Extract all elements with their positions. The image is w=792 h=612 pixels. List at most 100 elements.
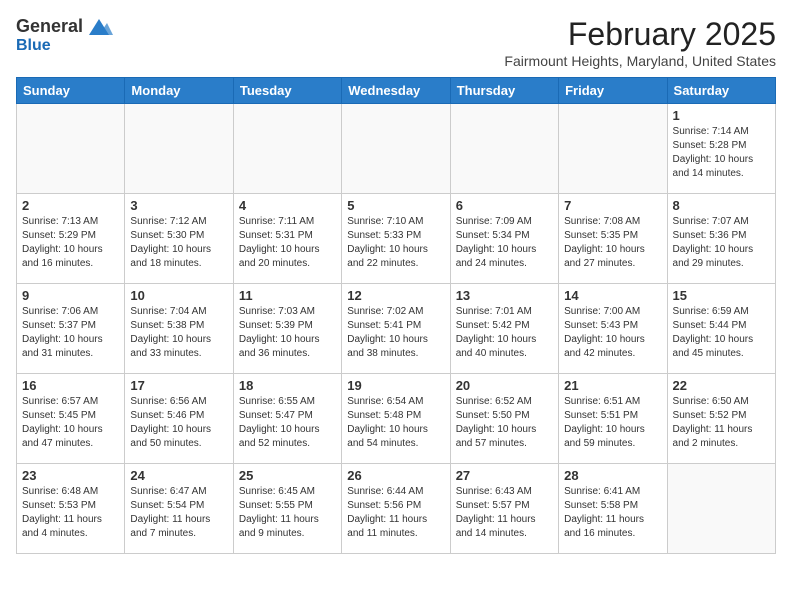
day-info: Sunrise: 7:02 AMSunset: 5:41 PMDaylight:… bbox=[347, 305, 444, 361]
calendar-cell: 23 Sunrise: 6:48 AMSunset: 5:53 PMDayligh… bbox=[17, 464, 125, 554]
calendar-cell: 8 Sunrise: 7:07 AMSunset: 5:36 PMDaylight… bbox=[667, 194, 775, 284]
calendar-cell bbox=[17, 104, 125, 194]
calendar-cell: 9 Sunrise: 7:06 AMSunset: 5:37 PMDaylight… bbox=[17, 284, 125, 374]
day-info: Sunrise: 6:52 AMSunset: 5:50 PMDaylight:… bbox=[456, 395, 553, 451]
weekday-header: Thursday bbox=[450, 78, 558, 104]
calendar-cell bbox=[125, 104, 233, 194]
weekday-header: Tuesday bbox=[233, 78, 341, 104]
day-number: 13 bbox=[456, 288, 553, 303]
day-number: 18 bbox=[239, 378, 336, 393]
calendar-cell: 2 Sunrise: 7:13 AMSunset: 5:29 PMDaylight… bbox=[17, 194, 125, 284]
calendar-cell: 1 Sunrise: 7:14 AMSunset: 5:28 PMDaylight… bbox=[667, 104, 775, 194]
day-info: Sunrise: 7:01 AMSunset: 5:42 PMDaylight:… bbox=[456, 305, 553, 361]
day-info: Sunrise: 7:04 AMSunset: 5:38 PMDaylight:… bbox=[130, 305, 227, 361]
calendar-week-row: 23 Sunrise: 6:48 AMSunset: 5:53 PMDayligh… bbox=[17, 464, 776, 554]
day-number: 9 bbox=[22, 288, 119, 303]
day-number: 4 bbox=[239, 198, 336, 213]
day-info: Sunrise: 7:13 AMSunset: 5:29 PMDaylight:… bbox=[22, 215, 119, 271]
calendar-cell: 25 Sunrise: 6:45 AMSunset: 5:55 PMDayligh… bbox=[233, 464, 341, 554]
page-header: General Blue February 2025 Fairmount Hei… bbox=[16, 16, 776, 69]
day-number: 25 bbox=[239, 468, 336, 483]
day-info: Sunrise: 7:00 AMSunset: 5:43 PMDaylight:… bbox=[564, 305, 661, 361]
day-info: Sunrise: 6:44 AMSunset: 5:56 PMDaylight:… bbox=[347, 485, 444, 541]
calendar-header-row: SundayMondayTuesdayWednesdayThursdayFrid… bbox=[17, 78, 776, 104]
day-info: Sunrise: 7:06 AMSunset: 5:37 PMDaylight:… bbox=[22, 305, 119, 361]
calendar-week-row: 16Sunrise: 6:57 AMSunset: 5:45 PMDayligh… bbox=[17, 374, 776, 464]
day-number: 24 bbox=[130, 468, 227, 483]
weekday-header: Wednesday bbox=[342, 78, 450, 104]
calendar-cell: 4Sunrise: 7:11 AMSunset: 5:31 PMDaylight… bbox=[233, 194, 341, 284]
day-info: Sunrise: 7:10 AMSunset: 5:33 PMDaylight:… bbox=[347, 215, 444, 271]
calendar-cell: 21 Sunrise: 6:51 AMSunset: 5:51 PMDayligh… bbox=[559, 374, 667, 464]
calendar-cell: 20 Sunrise: 6:52 AMSunset: 5:50 PMDayligh… bbox=[450, 374, 558, 464]
title-area: February 2025 Fairmount Heights, Marylan… bbox=[504, 16, 776, 69]
day-info: Sunrise: 6:56 AMSunset: 5:46 PMDaylight:… bbox=[130, 395, 227, 451]
day-info: Sunrise: 6:59 AMSunset: 5:44 PMDaylight:… bbox=[673, 305, 770, 361]
calendar-cell: 24 Sunrise: 6:47 AMSunset: 5:54 PMDayligh… bbox=[125, 464, 233, 554]
day-number: 21 bbox=[564, 378, 661, 393]
day-number: 15 bbox=[673, 288, 770, 303]
calendar-cell: 26 Sunrise: 6:44 AMSunset: 5:56 PMDayligh… bbox=[342, 464, 450, 554]
day-info: Sunrise: 7:07 AMSunset: 5:36 PMDaylight:… bbox=[673, 215, 770, 271]
calendar-cell: 11 Sunrise: 7:03 AMSunset: 5:39 PMDayligh… bbox=[233, 284, 341, 374]
day-number: 27 bbox=[456, 468, 553, 483]
calendar-cell bbox=[559, 104, 667, 194]
day-info: Sunrise: 6:57 AMSunset: 5:45 PMDaylight:… bbox=[22, 395, 119, 451]
day-number: 28 bbox=[564, 468, 661, 483]
day-info: Sunrise: 6:54 AMSunset: 5:48 PMDaylight:… bbox=[347, 395, 444, 451]
day-number: 20 bbox=[456, 378, 553, 393]
day-info: Sunrise: 6:41 AMSunset: 5:58 PMDaylight:… bbox=[564, 485, 661, 541]
calendar-cell: 3 Sunrise: 7:12 AMSunset: 5:30 PMDaylight… bbox=[125, 194, 233, 284]
day-info: Sunrise: 6:48 AMSunset: 5:53 PMDaylight:… bbox=[22, 485, 119, 541]
calendar-cell: 17 Sunrise: 6:56 AMSunset: 5:46 PMDayligh… bbox=[125, 374, 233, 464]
calendar-cell: 6 Sunrise: 7:09 AMSunset: 5:34 PMDaylight… bbox=[450, 194, 558, 284]
day-number: 5 bbox=[347, 198, 444, 213]
calendar-cell: 14Sunrise: 7:00 AMSunset: 5:43 PMDayligh… bbox=[559, 284, 667, 374]
logo: General Blue bbox=[16, 16, 113, 55]
day-number: 1 bbox=[673, 108, 770, 123]
calendar-cell: 13 Sunrise: 7:01 AMSunset: 5:42 PMDayligh… bbox=[450, 284, 558, 374]
day-info: Sunrise: 7:08 AMSunset: 5:35 PMDaylight:… bbox=[564, 215, 661, 271]
month-year-title: February 2025 bbox=[504, 16, 776, 53]
day-info: Sunrise: 6:47 AMSunset: 5:54 PMDaylight:… bbox=[130, 485, 227, 541]
day-number: 23 bbox=[22, 468, 119, 483]
calendar-cell: 18 Sunrise: 6:55 AMSunset: 5:47 PMDayligh… bbox=[233, 374, 341, 464]
day-info: Sunrise: 7:09 AMSunset: 5:34 PMDaylight:… bbox=[456, 215, 553, 271]
calendar-cell bbox=[233, 104, 341, 194]
calendar-cell bbox=[450, 104, 558, 194]
calendar-cell: 22Sunrise: 6:50 AMSunset: 5:52 PMDayligh… bbox=[667, 374, 775, 464]
day-number: 3 bbox=[130, 198, 227, 213]
day-number: 7 bbox=[564, 198, 661, 213]
calendar-week-row: 2 Sunrise: 7:13 AMSunset: 5:29 PMDaylight… bbox=[17, 194, 776, 284]
logo-general-text: General bbox=[16, 16, 83, 37]
calendar-week-row: 1 Sunrise: 7:14 AMSunset: 5:28 PMDaylight… bbox=[17, 104, 776, 194]
day-number: 11 bbox=[239, 288, 336, 303]
day-info: Sunrise: 6:50 AMSunset: 5:52 PMDaylight:… bbox=[673, 395, 770, 451]
weekday-header: Sunday bbox=[17, 78, 125, 104]
logo-blue-text: Blue bbox=[16, 37, 51, 55]
calendar-cell: 27 Sunrise: 6:43 AMSunset: 5:57 PMDayligh… bbox=[450, 464, 558, 554]
day-info: Sunrise: 7:03 AMSunset: 5:39 PMDaylight:… bbox=[239, 305, 336, 361]
day-number: 2 bbox=[22, 198, 119, 213]
day-number: 26 bbox=[347, 468, 444, 483]
calendar-cell: 12Sunrise: 7:02 AMSunset: 5:41 PMDayligh… bbox=[342, 284, 450, 374]
calendar-cell: 5 Sunrise: 7:10 AMSunset: 5:33 PMDaylight… bbox=[342, 194, 450, 284]
day-info: Sunrise: 6:55 AMSunset: 5:47 PMDaylight:… bbox=[239, 395, 336, 451]
calendar-cell bbox=[667, 464, 775, 554]
day-number: 19 bbox=[347, 378, 444, 393]
day-info: Sunrise: 6:45 AMSunset: 5:55 PMDaylight:… bbox=[239, 485, 336, 541]
calendar-cell: 7 Sunrise: 7:08 AMSunset: 5:35 PMDaylight… bbox=[559, 194, 667, 284]
weekday-header: Saturday bbox=[667, 78, 775, 104]
day-number: 17 bbox=[130, 378, 227, 393]
calendar-table: SundayMondayTuesdayWednesdayThursdayFrid… bbox=[16, 77, 776, 554]
day-number: 8 bbox=[673, 198, 770, 213]
day-number: 6 bbox=[456, 198, 553, 213]
calendar-week-row: 9 Sunrise: 7:06 AMSunset: 5:37 PMDaylight… bbox=[17, 284, 776, 374]
weekday-header: Friday bbox=[559, 78, 667, 104]
logo-icon bbox=[85, 17, 113, 37]
day-info: Sunrise: 6:51 AMSunset: 5:51 PMDaylight:… bbox=[564, 395, 661, 451]
day-info: Sunrise: 7:14 AMSunset: 5:28 PMDaylight:… bbox=[673, 125, 770, 181]
calendar-cell: 10Sunrise: 7:04 AMSunset: 5:38 PMDayligh… bbox=[125, 284, 233, 374]
day-info: Sunrise: 6:43 AMSunset: 5:57 PMDaylight:… bbox=[456, 485, 553, 541]
day-info: Sunrise: 7:12 AMSunset: 5:30 PMDaylight:… bbox=[130, 215, 227, 271]
